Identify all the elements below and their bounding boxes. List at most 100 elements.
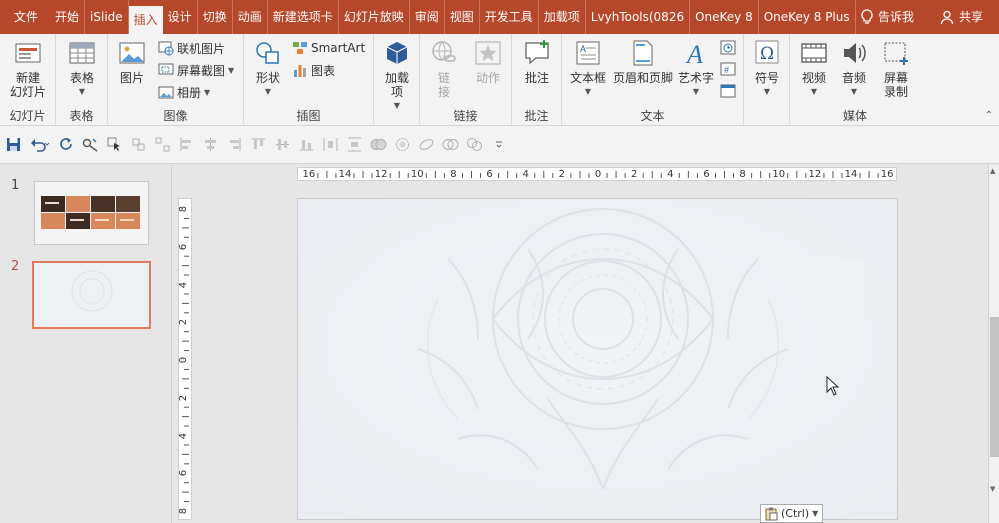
scroll-down-icon[interactable]: ▼ <box>990 485 995 493</box>
comment-button[interactable]: 批注 <box>519 38 555 85</box>
group-slides: 新建 幻灯片 幻灯片 <box>0 34 56 126</box>
tab-new-tab[interactable]: 新建选项卡 <box>268 0 339 34</box>
tell-me-button[interactable]: 告诉我 <box>860 0 914 34</box>
vruler-label: 4 <box>178 432 190 439</box>
link-button[interactable]: 链 接 <box>426 38 462 99</box>
save-icon[interactable] <box>5 136 22 153</box>
object-button[interactable] <box>720 81 736 101</box>
group-icon[interactable] <box>130 136 147 153</box>
vertical-scrollbar[interactable]: ▲ ▼ <box>988 165 999 523</box>
tab-view[interactable]: 视图 <box>445 0 480 34</box>
tab-file[interactable]: 文件 <box>0 0 50 34</box>
video-label: 视频 <box>801 71 826 85</box>
tab-animations[interactable]: 动画 <box>233 0 268 34</box>
shape-combine-icon[interactable] <box>394 136 411 153</box>
chevron-down-icon: ▼ <box>812 509 819 518</box>
picture-button[interactable]: 图片 <box>114 38 150 85</box>
shape-union-icon[interactable] <box>370 136 387 153</box>
tab-review[interactable]: 审阅 <box>410 0 445 34</box>
undo-icon[interactable] <box>29 136 51 153</box>
mouse-pointer-icon <box>826 376 840 396</box>
align-middle-icon[interactable] <box>274 136 291 153</box>
date-time-button[interactable] <box>720 37 736 57</box>
video-button[interactable]: 视频 ▼ <box>796 38 832 99</box>
align-right-icon[interactable] <box>226 136 243 153</box>
tab-insert[interactable]: 插入 <box>128 6 163 34</box>
hruler-label: 12 <box>808 169 822 180</box>
selection-pane-icon[interactable] <box>106 136 123 153</box>
hruler-label: 10 <box>410 169 424 180</box>
tab-design[interactable]: 设计 <box>163 0 198 34</box>
action-star-icon <box>475 41 501 65</box>
new-slide-button[interactable]: 新建 幻灯片 <box>4 38 52 99</box>
tab-onekey8plus[interactable]: OneKey 8 Plus <box>759 0 856 34</box>
ungroup-icon[interactable] <box>154 136 171 153</box>
video-film-icon <box>801 43 827 63</box>
hruler-label: 2 <box>630 169 638 180</box>
slide-canvas[interactable] <box>297 198 898 520</box>
screenshot-button[interactable]: 屏幕截图 ▼ <box>158 60 234 80</box>
symbol-button[interactable]: Ω 符号 ▼ <box>750 38 784 99</box>
chevron-down-icon: ▼ <box>763 87 771 96</box>
table-button[interactable]: 表格 ▼ <box>64 38 100 99</box>
lightbulb-icon <box>861 9 873 24</box>
tab-addins[interactable]: 加载项 <box>539 0 586 34</box>
scroll-up-icon[interactable]: ▲ <box>990 167 995 175</box>
hruler-label: 2 <box>558 169 566 180</box>
tab-lvyhtools[interactable]: LvyhTools(0826 <box>586 0 691 34</box>
format-painter-icon[interactable] <box>82 136 99 153</box>
album-label: 相册 <box>177 85 202 100</box>
comment-icon <box>525 40 549 65</box>
shapes-icon <box>256 42 279 64</box>
shapes-button[interactable]: 形状 ▼ <box>250 38 286 99</box>
align-top-icon[interactable] <box>250 136 267 153</box>
align-center-icon[interactable] <box>202 136 219 153</box>
shape-subtract-icon[interactable] <box>466 136 483 153</box>
screenshot-icon <box>158 63 174 75</box>
header-footer-button[interactable]: 页眉和页脚 <box>610 38 676 85</box>
album-button[interactable]: 相册 ▼ <box>158 82 210 102</box>
align-bottom-icon[interactable] <box>298 136 315 153</box>
tab-home[interactable]: 开始 <box>50 0 86 34</box>
textbox-button[interactable]: A 文本框 ▼ <box>566 38 610 99</box>
ribbon-tab-bar: 文件 开始 iSlide 插入 设计 切换 动画 新建选项卡 幻灯片放映 审阅 … <box>0 0 999 34</box>
shape-intersect-icon[interactable] <box>442 136 459 153</box>
scrollbar-thumb[interactable] <box>990 317 999 457</box>
group-links-label: 链接 <box>453 109 478 123</box>
share-button[interactable]: 共享 <box>940 0 983 34</box>
slide-number-button[interactable]: # <box>720 59 736 79</box>
online-picture-button[interactable]: 联机图片 <box>158 38 225 58</box>
slide-thumbnail-2[interactable] <box>32 261 151 329</box>
tab-developer[interactable]: 开发工具 <box>480 0 539 34</box>
link-globe-icon <box>432 41 456 62</box>
group-text-label: 文本 <box>640 109 665 123</box>
addin-button[interactable]: 加载 项 ▼ <box>380 38 414 113</box>
distribute-horizontal-icon[interactable] <box>322 136 339 153</box>
addin-cube-icon <box>386 42 408 64</box>
wordart-button[interactable]: A 艺术字 ▼ <box>676 38 716 99</box>
collapse-ribbon-icon[interactable]: ⌃ <box>985 110 993 121</box>
action-button[interactable]: 动作 <box>470 38 506 85</box>
tab-islide[interactable]: iSlide <box>85 0 129 34</box>
redo-icon[interactable] <box>58 136 75 153</box>
vruler-label: 6 <box>178 243 190 250</box>
smartart-button[interactable]: SmartArt <box>292 38 365 58</box>
slide-2-preview <box>34 263 149 327</box>
tab-slideshow[interactable]: 幻灯片放映 <box>339 0 410 34</box>
customize-qat-icon[interactable] <box>490 136 507 153</box>
tab-transitions[interactable]: 切换 <box>198 0 233 34</box>
shapes-label: 形状 <box>255 71 280 85</box>
wordart-icon: A <box>685 40 703 68</box>
audio-button[interactable]: 音频 ▼ <box>836 38 872 99</box>
object-icon <box>720 84 736 98</box>
paste-options-button[interactable]: (Ctrl) ▼ <box>760 504 824 523</box>
chart-button[interactable]: 图表 <box>292 60 335 80</box>
distribute-vertical-icon[interactable] <box>346 136 363 153</box>
align-left-icon[interactable] <box>178 136 195 153</box>
screen-record-button[interactable]: 屏幕 录制 <box>878 38 914 99</box>
group-media-label: 媒体 <box>842 109 867 123</box>
group-comments-label: 批注 <box>524 109 549 123</box>
slide-thumbnail-1[interactable] <box>34 181 149 245</box>
tab-onekey8[interactable]: OneKey 8 <box>690 0 759 34</box>
shape-fragment-icon[interactable] <box>418 136 435 153</box>
